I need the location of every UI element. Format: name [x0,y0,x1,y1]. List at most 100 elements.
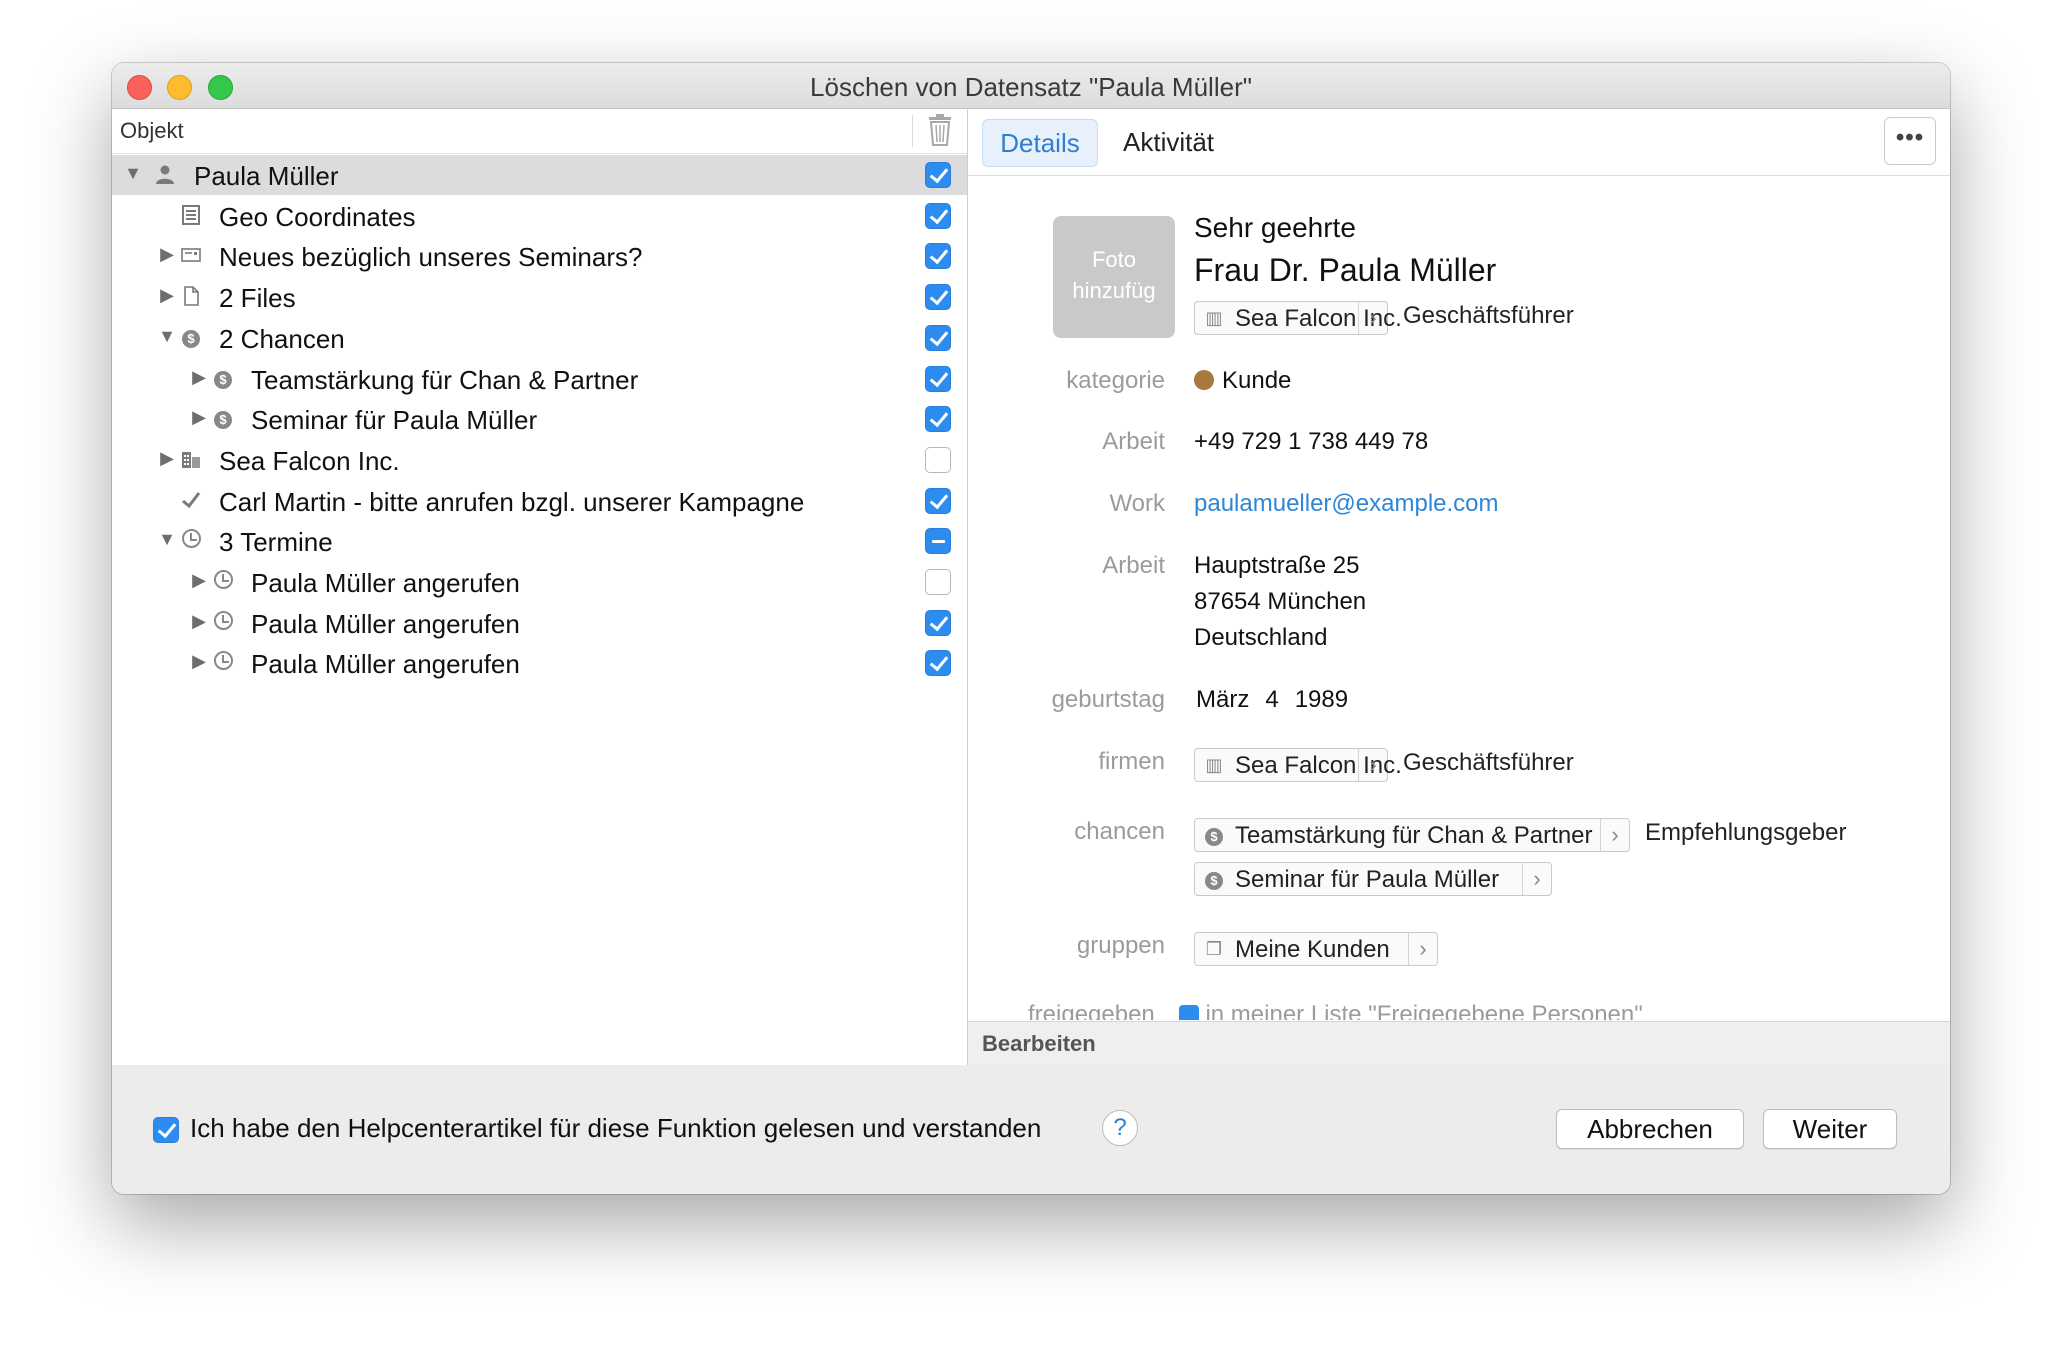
kategorie-value[interactable]: Kunde [1194,367,1291,395]
add-photo-label-line2: hinzufüg [1072,278,1156,303]
freigegeben-value: in meiner Liste "Freigegebene Personen" [1205,1001,1643,1020]
cancel-button[interactable]: Abbrechen [1556,1109,1744,1149]
delete-checkbox[interactable] [925,406,951,433]
building-icon: ▥ [1205,308,1223,328]
gruppen-chip[interactable]: ❐ Meine Kunden › [1194,932,1438,966]
freigegeben-label: freigegeben [1028,1001,1155,1020]
chancen-label: chancen [1074,818,1165,845]
delete-checkbox[interactable] [925,365,951,392]
delete-checkbox[interactable] [925,243,951,270]
chevron-right-icon[interactable]: › [1408,933,1437,965]
delete-checkbox[interactable] [925,569,951,595]
disclosure-closed-icon[interactable]: ▶ [158,285,176,306]
delete-checkbox[interactable] [925,324,951,351]
address-street[interactable]: Hauptstraße 25 [1194,552,1359,580]
birthday-label: geburtstag [1051,686,1165,713]
tree-row-label: Paula Müller angerufen [251,608,520,639]
tree-row[interactable]: Carl Martin - bitte anrufen bzgl. unsere… [112,481,967,521]
address-city[interactable]: 87654 München [1194,588,1366,616]
email-label: Work [1109,490,1165,517]
disclosure-closed-icon[interactable]: ▶ [158,244,176,265]
phone-value[interactable]: +49 729 1 738 449 78 [1194,428,1428,456]
tree-row[interactable]: ▼ Paula Müller [112,155,967,195]
delete-checkbox[interactable] [925,446,951,473]
more-options-button[interactable]: ••• [1884,117,1936,165]
tree-row[interactable]: ▶ Paula Müller angerufen [112,603,967,643]
edit-label: Bearbeiten [982,1031,1096,1056]
tree-row-label: Carl Martin - bitte anrufen bzgl. unsere… [219,486,805,517]
kategorie-label: kategorie [1066,367,1165,394]
dollar-icon: $ [180,326,202,348]
disclosure-closed-icon[interactable]: ▶ [190,367,208,388]
address-country[interactable]: Deutschland [1194,624,1327,652]
disclosure-closed-icon[interactable]: ▶ [158,448,176,469]
detail-pane: Details Aktivität ••• Foto hinzufüg Sehr… [968,109,1950,1066]
tree-row[interactable]: ▼ 3 Termine [112,521,967,561]
birthday-month: März [1196,686,1250,713]
mail-icon [180,244,202,266]
help-button[interactable]: ? [1102,1110,1138,1146]
building-icon: ▥ [1205,755,1223,775]
tree-row[interactable]: ▶ $ Teamstärkung für Chan & Partner [112,359,967,399]
contact-name: Frau Dr. Paula Müller [1194,252,1497,288]
add-photo-label-line1: Foto [1091,247,1137,272]
delete-checkbox[interactable] [925,284,951,311]
building-icon [180,448,202,470]
tree-row[interactable]: ▶ Neues bezüglich unseres Seminars? [112,236,967,276]
dollar-icon: $ [212,367,234,389]
phone-label: Arbeit [1102,428,1165,455]
chevron-right-icon[interactable]: › [1600,819,1629,851]
delete-checkbox[interactable] [925,650,951,677]
dialog-footer: Ich habe den Helpcenterartikel für diese… [112,1065,1950,1194]
delete-checkbox[interactable] [925,487,951,514]
email-link[interactable]: paulamueller@example.com [1194,490,1499,518]
next-button[interactable]: Weiter [1763,1109,1897,1149]
disclosure-closed-icon[interactable]: ▶ [190,651,208,672]
column-separator [912,115,913,147]
agree-checkbox[interactable] [153,1117,179,1143]
company-chip[interactable]: ▥ Sea Falcon Inc. › [1194,301,1402,335]
disclosure-open-icon[interactable]: ▼ [158,326,176,347]
tree-row[interactable]: ▶ $ Seminar für Paula Müller [112,399,967,439]
salutation: Sehr geehrte [1194,212,1356,243]
edit-bar[interactable]: Bearbeiten [968,1021,1950,1066]
freigegeben-checkbox[interactable] [1179,1005,1200,1020]
tree-row[interactable]: ▶ Sea Falcon Inc. [112,440,967,480]
tree-row[interactable]: ▶ Paula Müller angerufen [112,643,967,683]
person-icon [154,163,176,185]
disclosure-closed-icon[interactable]: ▶ [190,570,208,591]
dollar-icon: $ [1204,825,1224,846]
chevron-right-icon[interactable]: › [1358,749,1387,781]
tab-activity[interactable]: Aktivität [1123,127,1214,158]
tree-row[interactable]: ▶ 2 Files [112,277,967,317]
disclosure-closed-icon[interactable]: ▶ [190,611,208,632]
birthday-value[interactable]: März 4 1989 [1196,686,1364,714]
tree-row[interactable]: ▶ Paula Müller angerufen [112,562,967,602]
group-icon: ❐ [1205,939,1223,959]
firmen-chip[interactable]: ▥ Sea Falcon Inc. › [1194,748,1402,782]
tree-row[interactable]: ▼ $2 Chancen [112,318,967,358]
chance-chip-label-1: Teamstärkung für Chan & Partner [1235,822,1593,849]
delete-checkbox[interactable] [925,162,951,188]
chevron-right-icon[interactable]: › [1358,302,1387,334]
disclosure-closed-icon[interactable]: ▶ [190,407,208,428]
delete-checkbox[interactable] [925,609,951,636]
chevron-right-icon[interactable]: › [1522,863,1551,895]
tree-row-label: 3 Termine [219,527,333,558]
chance-chip-seminar[interactable]: $ Seminar für Paula Müller › [1194,862,1552,896]
address-label: Arbeit [1102,552,1165,579]
object-column-label: Objekt [120,118,184,143]
add-photo-button[interactable]: Foto hinzufüg [1053,216,1175,338]
file-icon [180,285,202,307]
disclosure-open-icon[interactable]: ▼ [124,163,142,184]
object-column-header[interactable]: Objekt [112,109,967,154]
tree-row-label: Paula Müller [194,161,339,191]
tab-bar: Details Aktivität ••• [968,109,1950,176]
tree-row[interactable]: Geo Coordinates [112,196,967,236]
tab-details[interactable]: Details [982,119,1098,167]
chance-chip-teamstaerkung[interactable]: $ Teamstärkung für Chan & Partner › [1194,818,1630,852]
delete-checkbox[interactable] [925,528,951,555]
agree-label[interactable]: Ich habe den Helpcenterartikel für diese… [190,1113,1041,1144]
delete-checkbox[interactable] [925,202,951,229]
disclosure-open-icon[interactable]: ▼ [158,529,176,550]
